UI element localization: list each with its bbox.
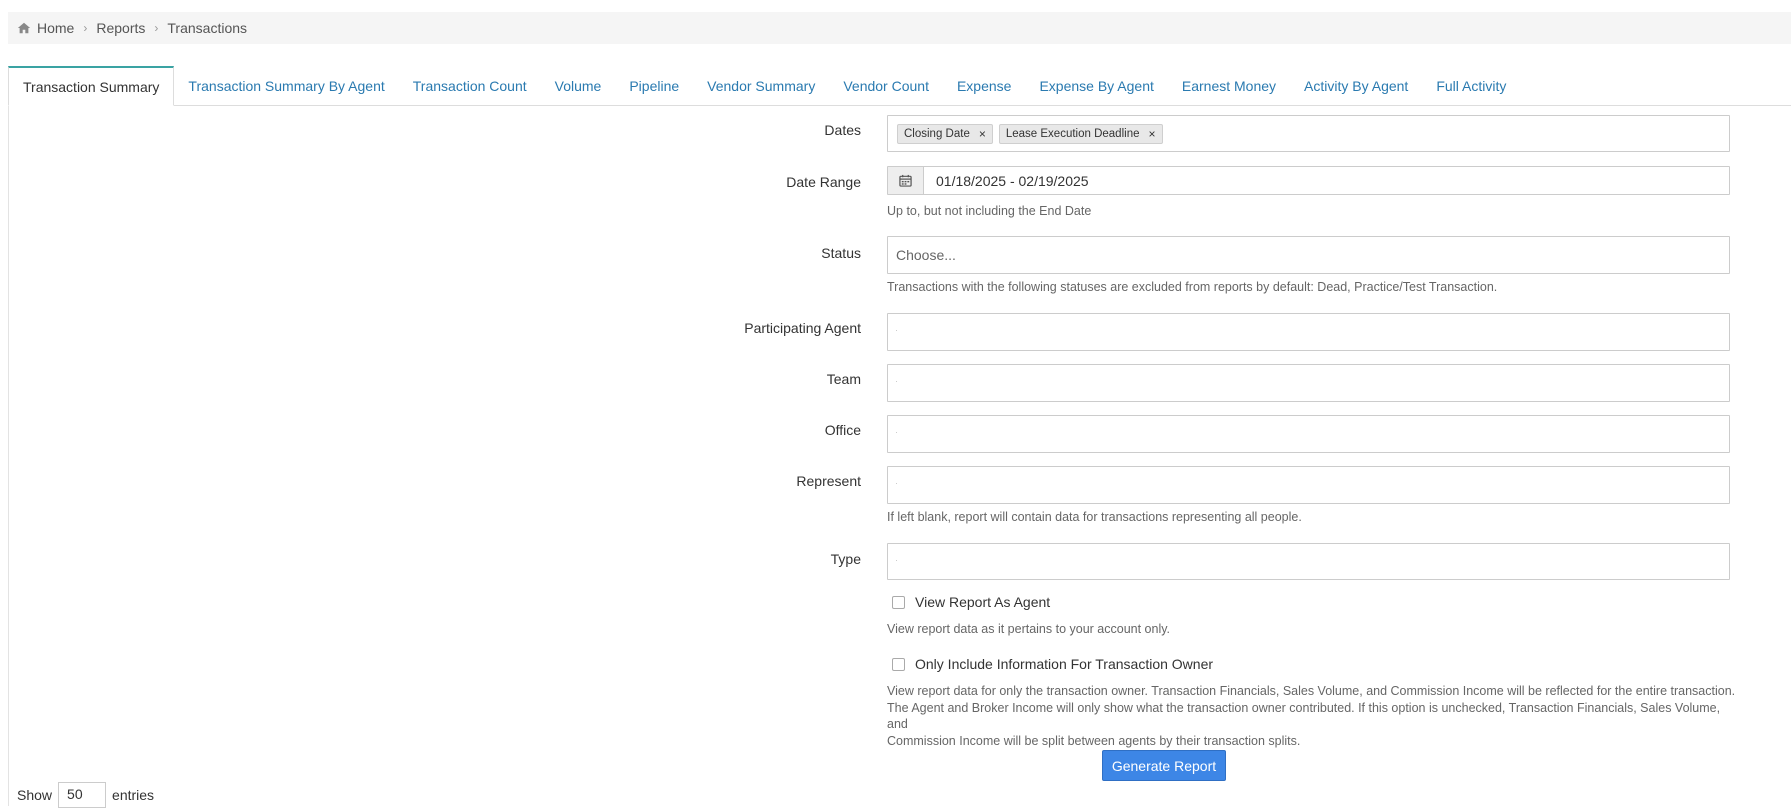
tag-label: Closing Date — [904, 127, 970, 140]
type-select[interactable] — [887, 543, 1730, 580]
breadcrumb-reports-link[interactable]: Reports — [96, 20, 145, 36]
home-icon[interactable] — [17, 21, 31, 35]
breadcrumb-chevron-icon: › — [83, 21, 88, 35]
generate-report-button[interactable]: Generate Report — [1102, 750, 1226, 781]
status-label: Status — [821, 245, 861, 261]
status-select[interactable]: Choose... — [887, 236, 1730, 274]
tab-expense[interactable]: Expense — [943, 66, 1025, 105]
tab-volume[interactable]: Volume — [541, 66, 616, 105]
date-range-help: Up to, but not including the End Date — [887, 204, 1092, 218]
owner-only-label[interactable]: Only Include Information For Transaction… — [915, 656, 1213, 672]
owner-only-checkbox[interactable] — [892, 657, 905, 671]
view-as-agent-option[interactable]: View Report As Agent — [892, 594, 1050, 610]
dates-multiselect[interactable]: Closing Date × Lease Execution Deadline … — [887, 115, 1730, 152]
tab-full-activity[interactable]: Full Activity — [1422, 66, 1520, 105]
represent-select[interactable] — [887, 466, 1730, 504]
show-label: Show — [17, 787, 53, 803]
view-as-agent-checkbox[interactable] — [892, 595, 905, 609]
owner-only-help-line: View report data for only the transactio… — [887, 684, 1736, 698]
office-select[interactable] — [887, 415, 1730, 453]
represent-help: If left blank, report will contain data … — [887, 510, 1302, 524]
show-entries-control: Show 50 entries — [17, 782, 154, 808]
tab-transaction-summary-by-agent[interactable]: Transaction Summary By Agent — [174, 66, 398, 105]
view-as-agent-help: View report data as it pertains to your … — [887, 622, 1171, 636]
owner-only-help-line: Commission Income will be split between … — [887, 733, 1301, 748]
tag-label: Lease Execution Deadline — [1005, 127, 1140, 140]
breadcrumb: Home › Reports › Transactions — [8, 12, 1791, 44]
calendar-icon[interactable] — [888, 167, 924, 194]
tab-expense-by-agent[interactable]: Expense By Agent — [1025, 66, 1167, 105]
team-label: Team — [826, 371, 861, 387]
team-select[interactable] — [887, 364, 1730, 402]
represent-label: Represent — [796, 473, 861, 489]
type-label: Type — [830, 551, 861, 567]
date-tag-closing-date: Closing Date × — [897, 123, 993, 144]
tab-vendor-count[interactable]: Vendor Count — [829, 66, 943, 105]
view-as-agent-label[interactable]: View Report As Agent — [915, 594, 1050, 610]
date-range-input[interactable]: 01/18/2025 - 02/19/2025 — [887, 166, 1730, 195]
owner-only-option[interactable]: Only Include Information For Transaction… — [892, 656, 1213, 672]
tab-pipeline[interactable]: Pipeline — [615, 66, 693, 105]
breadcrumb-home-link[interactable]: Home — [37, 20, 74, 36]
remove-tag-icon[interactable]: × — [979, 127, 986, 141]
tab-earnest-money[interactable]: Earnest Money — [1168, 66, 1290, 105]
status-placeholder: Choose... — [896, 247, 956, 263]
panel-border — [8, 106, 9, 806]
breadcrumb-current: Transactions — [167, 20, 248, 36]
dates-label: Dates — [824, 122, 861, 138]
entries-label: entries — [112, 787, 155, 803]
owner-only-help-line: The Agent and Broker Income will only sh… — [887, 700, 1721, 732]
date-range-label: Date Range — [786, 174, 861, 190]
tab-transaction-count[interactable]: Transaction Count — [399, 66, 541, 105]
status-help: Transactions with the following statuses… — [887, 280, 1498, 294]
breadcrumb-chevron-icon: › — [154, 21, 159, 35]
tab-vendor-summary[interactable]: Vendor Summary — [693, 66, 829, 105]
date-range-value: 01/18/2025 - 02/19/2025 — [936, 172, 1089, 189]
tab-transaction-summary[interactable]: Transaction Summary — [8, 66, 175, 106]
owner-only-help: View report data for only the transactio… — [887, 683, 1737, 749]
report-tabs: Transaction Summary Transaction Summary … — [8, 66, 1791, 106]
participating-agent-label: Participating Agent — [744, 320, 861, 336]
date-tag-lease-execution-deadline: Lease Execution Deadline × — [998, 123, 1163, 144]
participating-agent-select[interactable] — [887, 313, 1730, 351]
tab-activity-by-agent[interactable]: Activity By Agent — [1290, 66, 1422, 105]
entries-per-page-select[interactable]: 50 — [58, 782, 107, 808]
office-label: Office — [824, 422, 861, 438]
remove-tag-icon[interactable]: × — [1148, 127, 1155, 141]
